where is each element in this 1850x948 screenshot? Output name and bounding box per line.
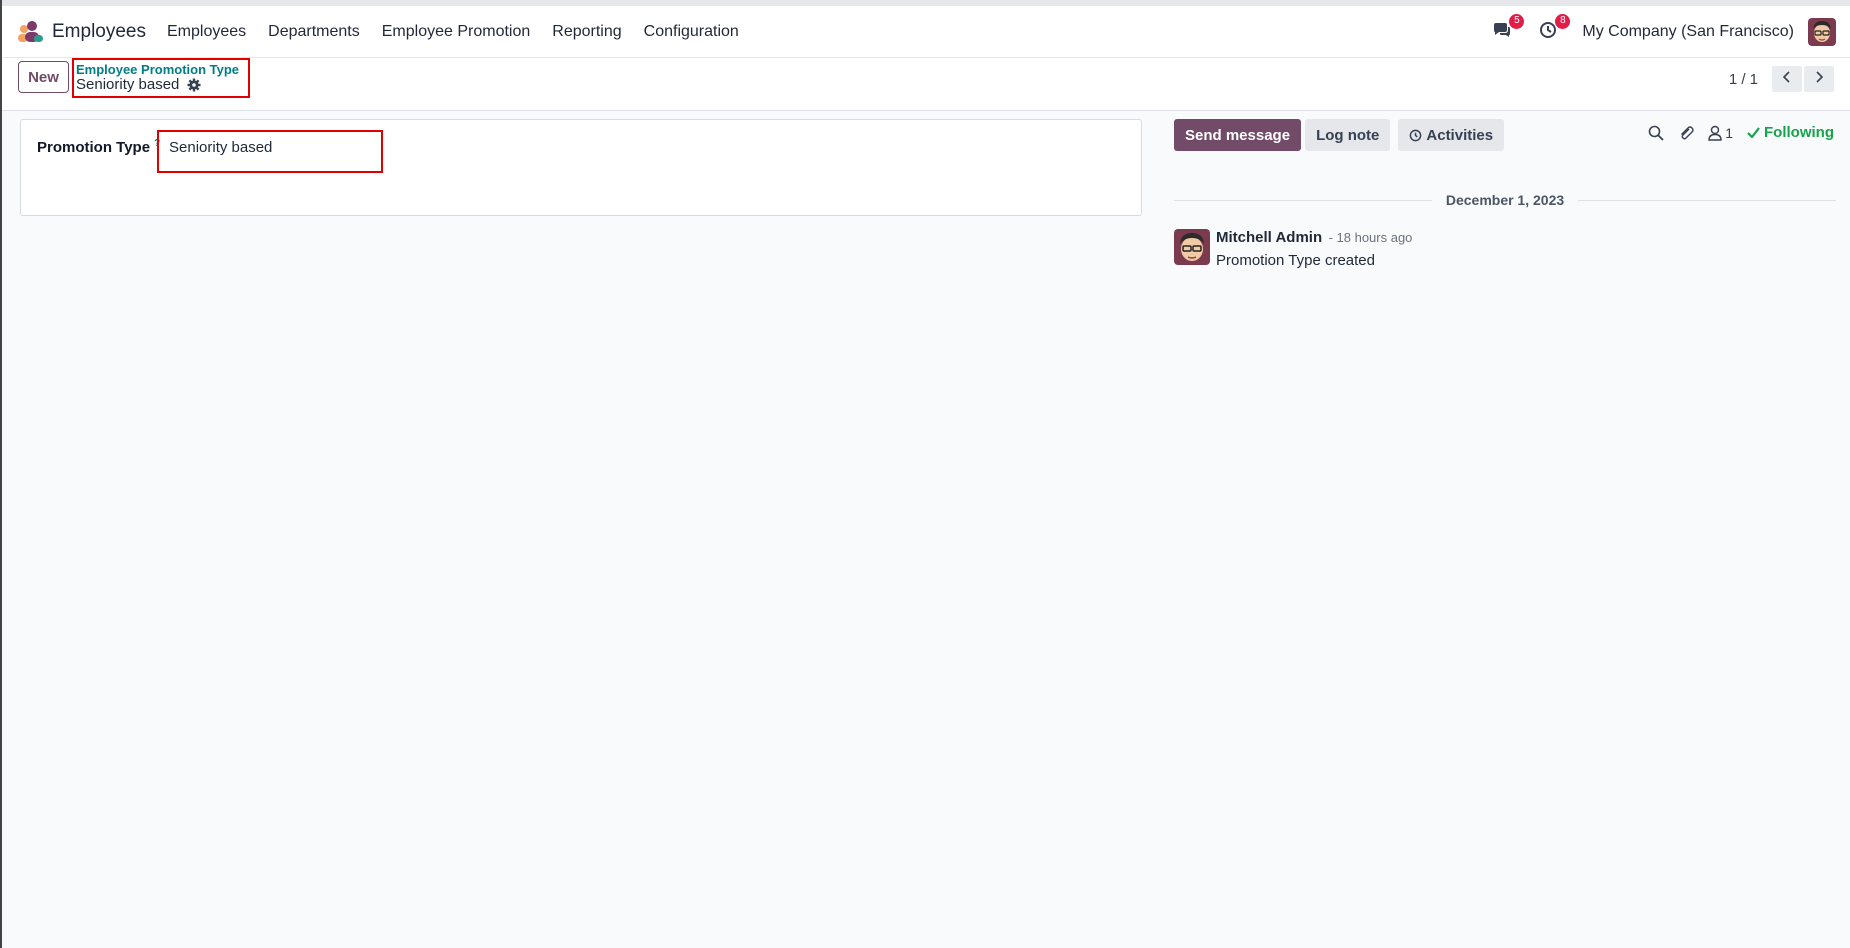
- promotion-type-label: Promotion Type?: [37, 138, 160, 156]
- menu-employee-promotion[interactable]: Employee Promotion: [382, 23, 531, 41]
- pager-value[interactable]: 1 / 1: [1729, 71, 1758, 88]
- activities-badge: 8: [1555, 14, 1571, 29]
- check-icon: [1747, 127, 1760, 138]
- promotion-type-field[interactable]: Seniority based: [157, 130, 383, 173]
- breadcrumb: Employee Promotion Type Seniority based: [72, 58, 250, 98]
- user-icon: [1708, 125, 1722, 141]
- activities-button-label: Activities: [1426, 126, 1494, 144]
- app-name: Employees: [52, 20, 146, 42]
- app-brand[interactable]: Employees: [16, 20, 167, 44]
- breadcrumb-parent-link[interactable]: Employee Promotion Type: [76, 62, 239, 77]
- chevron-left-icon: [1782, 70, 1792, 89]
- send-message-button[interactable]: Send message: [1174, 119, 1302, 151]
- messages-badge: 5: [1509, 14, 1525, 29]
- menu-reporting[interactable]: Reporting: [552, 23, 621, 41]
- pager-previous-button[interactable]: [1772, 66, 1802, 92]
- chevron-right-icon: [1814, 70, 1824, 89]
- clock-icon: [1409, 129, 1422, 142]
- top-navbar: Employees Employees Departments Employee…: [2, 0, 1850, 58]
- employees-app-icon: [16, 20, 44, 44]
- promotion-type-label-text: Promotion Type: [37, 139, 151, 156]
- date-separator-line-left: [1174, 199, 1432, 201]
- date-separator: December 1, 2023: [1174, 190, 1836, 210]
- chatter-message: Mitchell Admin - 18 hours ago Promotion …: [1174, 229, 1412, 269]
- following-button[interactable]: Following: [1747, 124, 1834, 141]
- pager-next-button[interactable]: [1804, 66, 1834, 92]
- new-button[interactable]: New: [18, 61, 69, 93]
- date-separator-line-right: [1578, 199, 1836, 201]
- followers-button[interactable]: 1: [1708, 125, 1733, 141]
- followers-count: 1: [1725, 124, 1734, 141]
- breadcrumb-current-label: Seniority based: [76, 76, 180, 93]
- gear-icon[interactable]: [187, 78, 201, 92]
- search-icon[interactable]: [1648, 125, 1664, 141]
- following-label: Following: [1764, 124, 1834, 141]
- form-sheet: Promotion Type? Seniority based: [20, 119, 1142, 216]
- promotion-type-value[interactable]: Seniority based: [169, 139, 272, 156]
- activities-systray[interactable]: 8: [1536, 14, 1571, 44]
- chatter-tools: 1 Following: [1634, 124, 1834, 141]
- pager: 1 / 1: [1729, 66, 1834, 92]
- company-switcher[interactable]: My Company (San Francisco): [1582, 23, 1794, 41]
- control-panel: New Employee Promotion Type Seniority ba…: [2, 58, 1850, 111]
- date-separator-label: December 1, 2023: [1445, 192, 1565, 208]
- message-header: Mitchell Admin - 18 hours ago: [1216, 229, 1412, 247]
- menu-employees[interactable]: Employees: [167, 23, 246, 41]
- message-body: Promotion Type created: [1216, 252, 1375, 269]
- message-date: - 18 hours ago: [1328, 230, 1413, 245]
- chatter-actions: Send message Log note Activities: [1174, 119, 1512, 151]
- menu-departments[interactable]: Departments: [268, 23, 360, 41]
- log-note-button[interactable]: Log note: [1305, 119, 1391, 151]
- chat-icon: [1493, 22, 1511, 43]
- breadcrumb-current: Seniority based: [76, 76, 201, 93]
- messages-systray[interactable]: 5: [1490, 14, 1525, 44]
- user-avatar[interactable]: [1808, 18, 1836, 46]
- menu-configuration[interactable]: Configuration: [644, 23, 739, 41]
- systray: 5 8 My Company (San Francisco): [1490, 6, 1850, 58]
- message-content: Mitchell Admin - 18 hours ago Promotion …: [1216, 229, 1412, 269]
- paperclip-icon[interactable]: [1678, 125, 1694, 141]
- message-author[interactable]: Mitchell Admin: [1216, 229, 1322, 246]
- message-author-avatar[interactable]: [1174, 229, 1210, 265]
- activities-button[interactable]: Activities: [1398, 119, 1505, 151]
